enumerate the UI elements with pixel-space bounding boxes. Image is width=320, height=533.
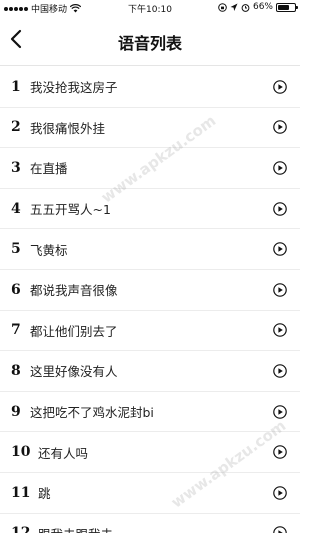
item-title: 五五开骂人~1 bbox=[30, 202, 111, 218]
screen: 中国移动 下午10:10 66% 语音列表 1 我没抢我这房子 2 我很痛恨外挂… bbox=[0, 0, 300, 533]
item-title: 在直播 bbox=[30, 161, 68, 177]
voice-list: 1 我没抢我这房子 2 我很痛恨外挂 3 在直播 4 五五开骂人~1 5 飞黄标 6 都说我声音很像 7… bbox=[0, 67, 300, 533]
item-number: 12 bbox=[0, 525, 38, 533]
play-icon[interactable] bbox=[273, 161, 287, 175]
list-item[interactable]: 12跟我去跟我去 bbox=[0, 514, 300, 533]
page-title: 语音列表 bbox=[117, 34, 182, 53]
item-title: 都让他们别去了 bbox=[30, 323, 118, 339]
play-icon[interactable] bbox=[273, 364, 287, 378]
item-number: 4 bbox=[11, 200, 21, 217]
item-title: 我很痛恨外挂 bbox=[30, 120, 106, 136]
item-title: 跳 bbox=[38, 486, 51, 502]
play-icon[interactable] bbox=[273, 282, 287, 297]
item-number: 8 bbox=[11, 362, 21, 379]
list-item[interactable]: 1 我没抢我这房子 bbox=[0, 67, 300, 108]
battery-level bbox=[278, 4, 289, 10]
play-icon[interactable] bbox=[273, 526, 287, 533]
list-item[interactable]: 3 在直播 bbox=[0, 148, 300, 189]
play-icon[interactable] bbox=[273, 242, 287, 256]
list-item[interactable]: 6 都说我声音很像 bbox=[0, 270, 300, 311]
play-icon[interactable] bbox=[273, 323, 287, 338]
item-title: 都说我声音很像 bbox=[30, 283, 118, 299]
status-right: 66% bbox=[218, 2, 298, 12]
item-title: 这里好像没有人 bbox=[30, 364, 118, 380]
item-title: 飞黄标 bbox=[30, 242, 68, 258]
list-item[interactable]: 11 跳 bbox=[0, 473, 300, 514]
nav-bar: 语音列表 bbox=[0, 16, 300, 66]
play-icon[interactable] bbox=[273, 404, 287, 419]
play-icon[interactable] bbox=[273, 201, 287, 216]
play-icon[interactable] bbox=[273, 485, 287, 500]
item-number: 2 bbox=[11, 119, 21, 136]
play-icon[interactable] bbox=[273, 79, 287, 94]
list-item[interactable]: 9 这把吃不了鸡水泥封bi bbox=[0, 392, 300, 433]
item-number: 9 bbox=[11, 403, 21, 420]
item-number: 7 bbox=[11, 322, 21, 339]
orientation-lock-icon bbox=[218, 2, 227, 12]
list-item[interactable]: 8 这里好像没有人 bbox=[0, 351, 300, 392]
play-icon[interactable] bbox=[273, 445, 287, 459]
item-title: 还有人吗 bbox=[38, 445, 89, 461]
alarm-icon bbox=[241, 3, 250, 12]
item-number: 11 bbox=[11, 484, 31, 501]
play-icon[interactable] bbox=[273, 120, 287, 135]
item-title: 这把吃不了鸡水泥封bi bbox=[30, 405, 154, 421]
list-item[interactable]: 5 飞黄标 bbox=[0, 229, 300, 270]
list-item[interactable]: 2 我很痛恨外挂 bbox=[0, 108, 300, 149]
item-number: 3 bbox=[11, 159, 21, 176]
status-bar: 中国移动 下午10:10 66% bbox=[0, 0, 300, 16]
battery-icon bbox=[276, 2, 298, 12]
list-item[interactable]: 4 五五开骂人~1 bbox=[0, 189, 300, 230]
item-number: 1 bbox=[11, 78, 21, 95]
item-title: 我没抢我这房子 bbox=[30, 80, 118, 96]
item-title: 跟我去跟我去 bbox=[38, 524, 113, 533]
list-item[interactable]: 10 还有人吗 bbox=[0, 432, 300, 473]
battery-percent: 66% bbox=[252, 2, 273, 12]
item-number: 5 bbox=[11, 241, 21, 258]
list-item[interactable]: 7 都让他们别去了 bbox=[0, 311, 300, 352]
location-icon bbox=[230, 3, 238, 11]
item-number: 6 bbox=[11, 281, 21, 298]
item-number: 10 bbox=[11, 444, 31, 461]
